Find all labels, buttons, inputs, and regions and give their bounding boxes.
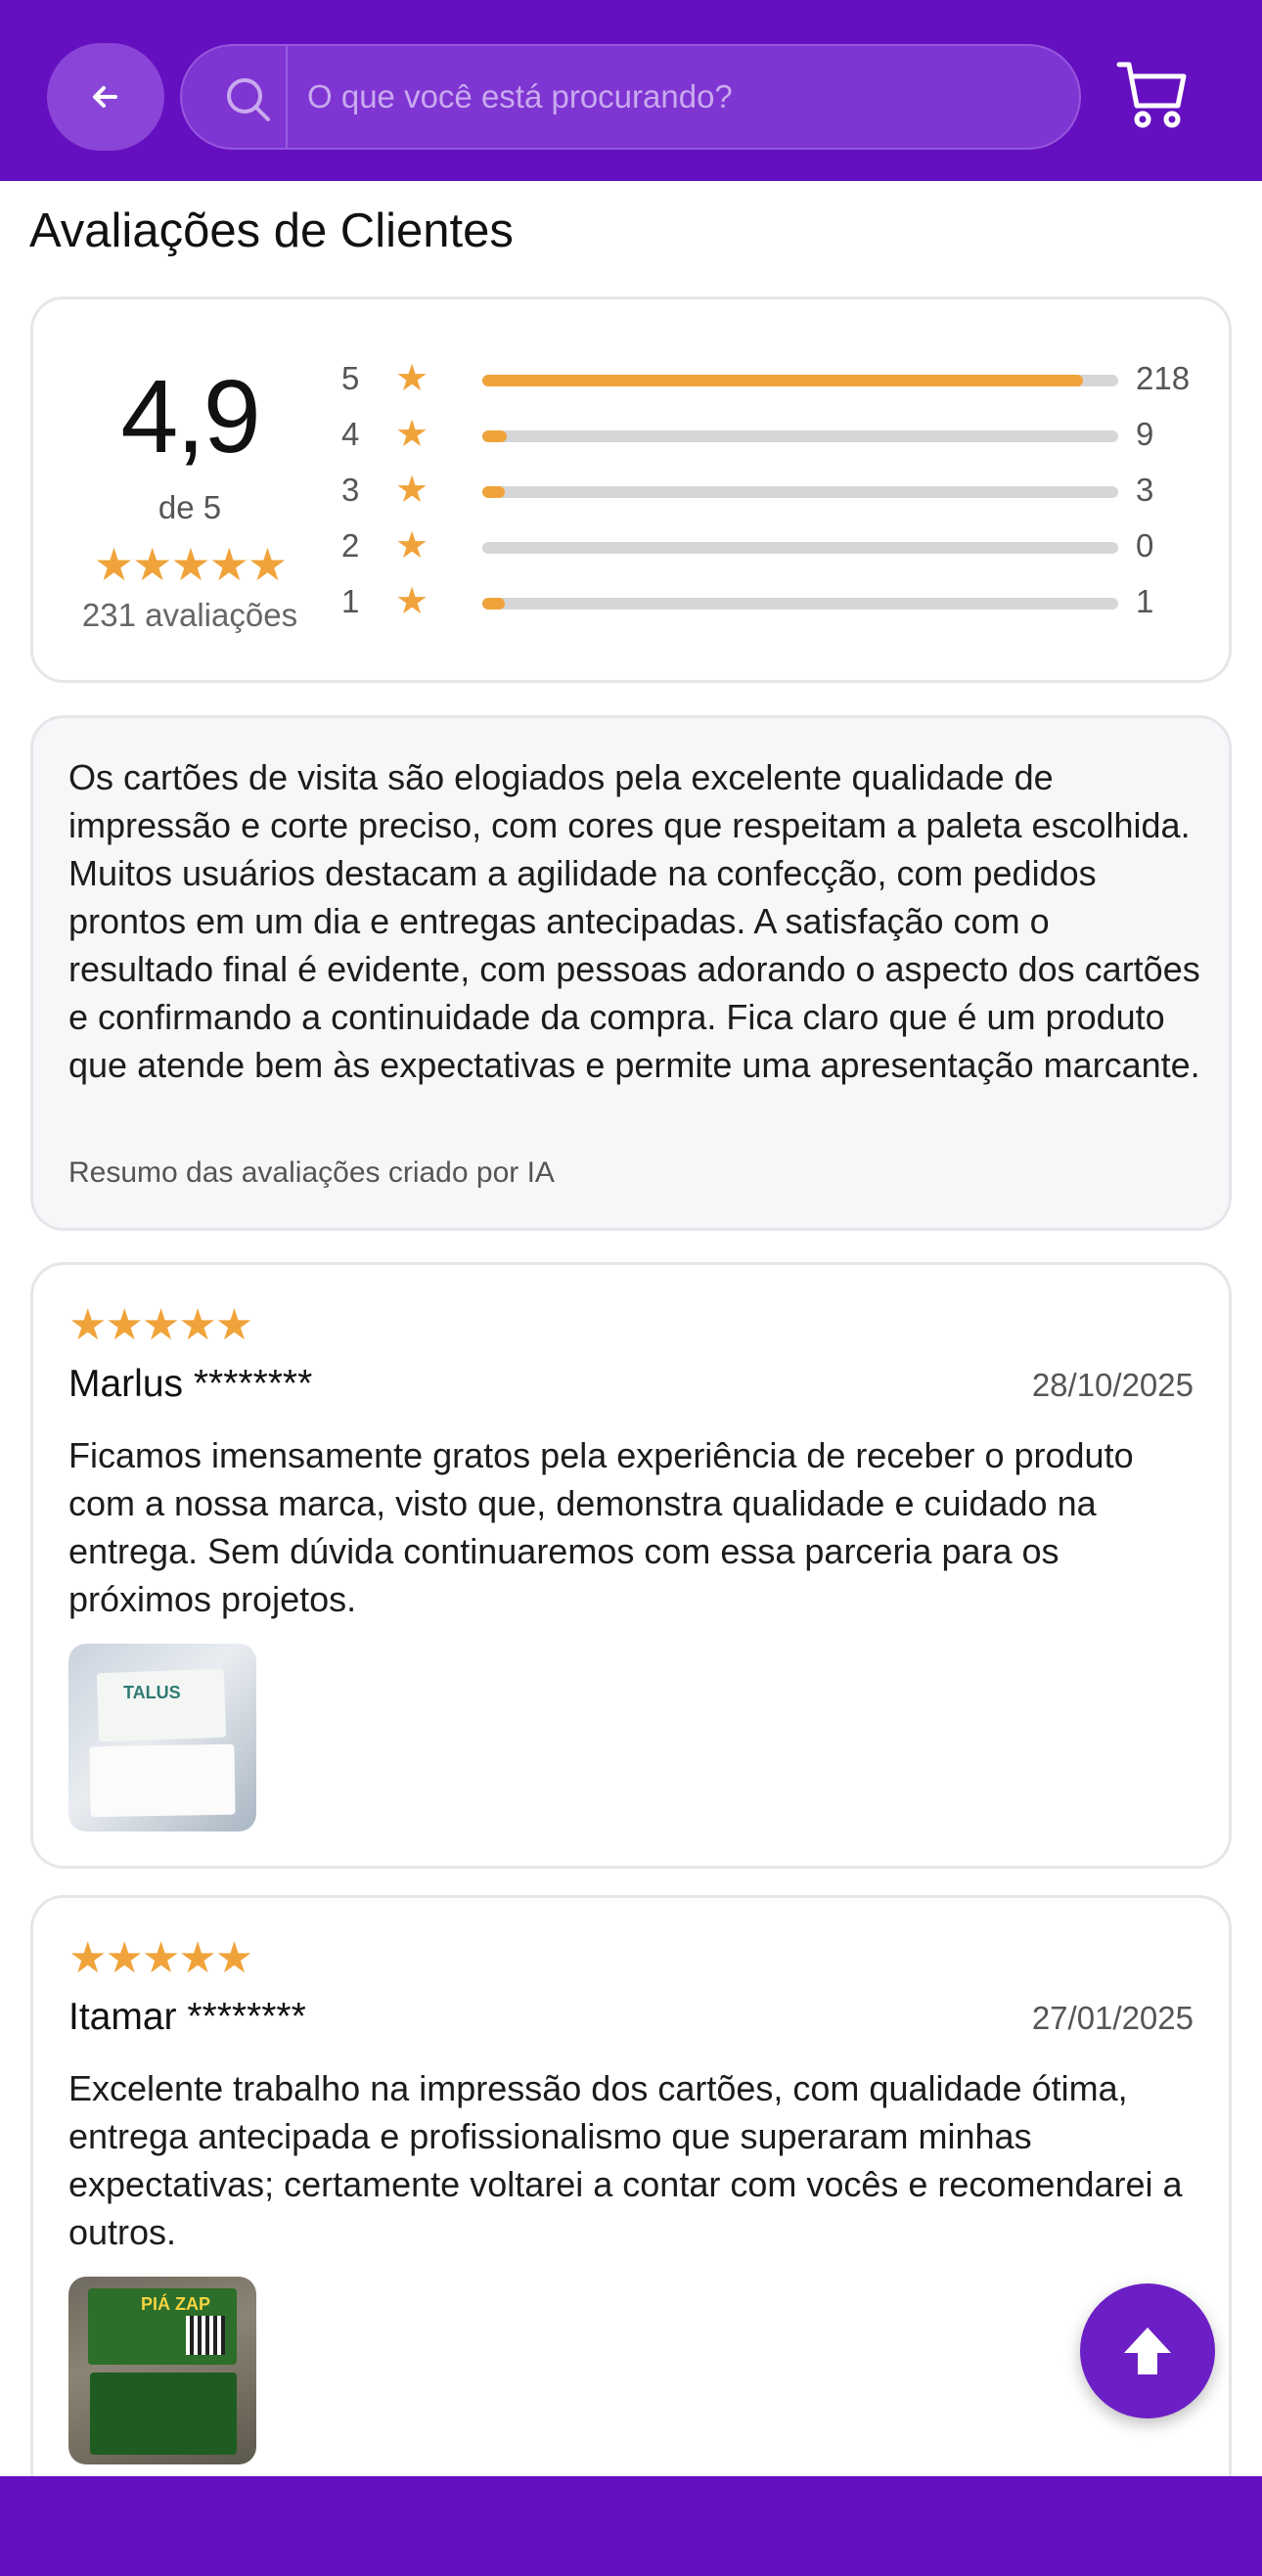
rating-bar-2[interactable]: 2 ★ 0 [341, 525, 1222, 566]
reviewer-name: Marlus ******** [68, 1363, 313, 1405]
ai-summary-card: Os cartões de visita são elogiados pela … [30, 715, 1232, 1231]
bar-star-number: 1 [341, 583, 360, 619]
review-text: Ficamos imensamente gratos pela experiên… [68, 1435, 1134, 1619]
ai-summary-note: Resumo das avaliações criado por IA [68, 1156, 555, 1189]
rating-bar-1[interactable]: 1 ★ 1 [341, 581, 1222, 622]
cart-icon[interactable] [1115, 57, 1190, 131]
review-photo[interactable]: PIÁ ZAP [68, 2277, 256, 2464]
top-header [0, 0, 1262, 181]
bar-fill [482, 375, 1083, 386]
star-icon: ★ [395, 525, 429, 566]
star-icon: ★ [395, 358, 429, 399]
page-title: Avaliações de Clientes [29, 204, 514, 257]
bar-fill [482, 430, 508, 442]
bar-star-number: 2 [341, 527, 360, 564]
bar-track [482, 430, 1118, 442]
star-icon: ★ [395, 414, 429, 455]
star-icon: ★ [395, 470, 429, 511]
bar-count: 3 [1136, 472, 1154, 508]
bar-track [482, 598, 1118, 610]
review-stars: ★★★★★ [68, 1934, 253, 1982]
bar-track [482, 375, 1118, 386]
rating-summary-card: 4,9 de 5 ★★★★★ 231 avaliações 5 ★ 218 4 … [30, 296, 1232, 683]
bar-count: 0 [1136, 527, 1154, 564]
photo-business-card [90, 2373, 237, 2455]
photo-business-card [96, 1668, 227, 1742]
scroll-top-button[interactable] [1080, 2283, 1215, 2418]
rating-bar-4[interactable]: 4 ★ 9 [341, 414, 1222, 455]
review-card: ★★★★★ Itamar ******** 27/01/2025 Excelen… [30, 1895, 1232, 2576]
review-date: 28/10/2025 [1031, 1367, 1194, 1403]
search-bar[interactable] [180, 44, 1081, 150]
bar-track [482, 486, 1118, 498]
bar-count: 1 [1136, 583, 1154, 619]
back-button[interactable] [47, 43, 164, 151]
review-card: ★★★★★ Marlus ******** 28/10/2025 Ficamos… [30, 1262, 1232, 1869]
rating-bar-3[interactable]: 3 ★ 3 [341, 470, 1222, 511]
bar-star-number: 3 [341, 472, 360, 508]
bar-star-number: 5 [341, 360, 360, 396]
search-divider [286, 46, 288, 148]
star-icon: ★ [395, 581, 429, 622]
ai-summary-text: Os cartões de visita são elogiados pela … [68, 757, 1200, 1085]
review-stars: ★★★★★ [68, 1301, 253, 1349]
review-text: Excelente trabalho na impressão dos cart… [68, 2068, 1183, 2252]
total-reviews: 231 avaliações [81, 597, 298, 633]
qr-code-icon [186, 2316, 225, 2355]
search-input[interactable] [307, 46, 1051, 148]
bar-track [482, 542, 1118, 554]
bar-fill [482, 598, 505, 610]
bottom-bar [0, 2476, 1262, 2576]
arrow-left-icon [93, 86, 117, 108]
rating-bar-5[interactable]: 5 ★ 218 [341, 358, 1222, 399]
score-out-of: de 5 [158, 489, 222, 525]
bar-count: 218 [1136, 360, 1191, 396]
bar-star-number: 4 [341, 416, 360, 452]
review-date: 27/01/2025 [1031, 2000, 1194, 2036]
arrow-up-icon [1124, 2327, 1171, 2374]
average-stars: ★★★★★ [93, 539, 288, 590]
reviewer-name: Itamar ******** [68, 1996, 306, 2038]
search-icon [227, 78, 270, 121]
average-score: 4,9 [120, 359, 260, 475]
photo-logo-text: TALUS [123, 1683, 181, 1702]
photo-logo-text: PIÁ ZAP [141, 2294, 211, 2314]
photo-business-card [89, 1743, 236, 1818]
review-photo[interactable]: TALUS [68, 1644, 256, 1831]
bar-fill [482, 486, 505, 498]
bar-count: 9 [1136, 416, 1154, 452]
